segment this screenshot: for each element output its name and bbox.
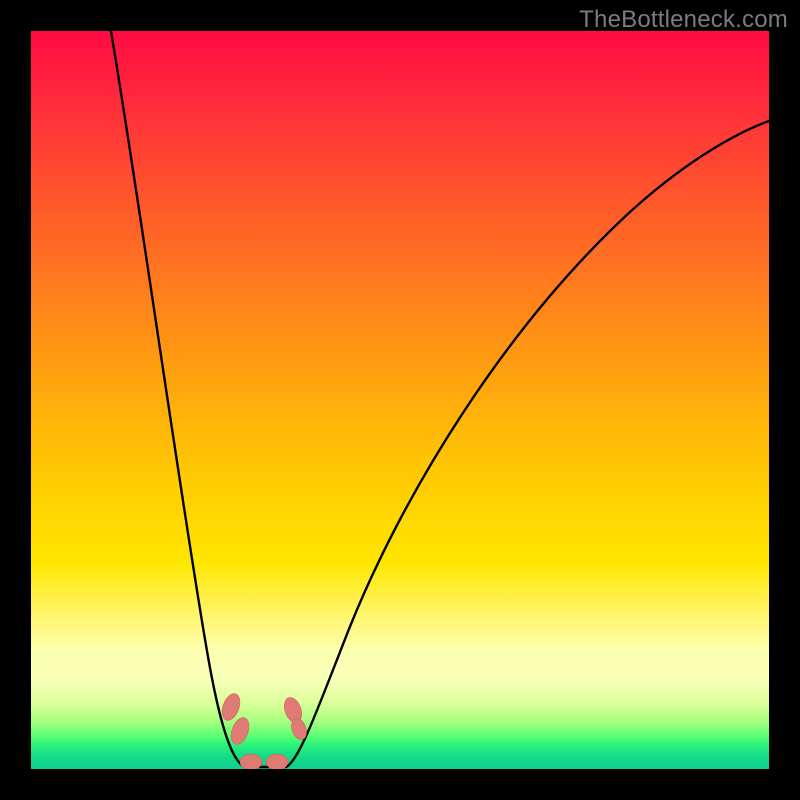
watermark-text: TheBottleneck.com: [579, 6, 788, 34]
bead-floor-right: [266, 754, 288, 769]
plot-area: [31, 31, 769, 769]
bead-left-upper: [219, 691, 244, 723]
bottleneck-curve-path: [111, 31, 769, 767]
chart-frame: TheBottleneck.com: [0, 0, 800, 800]
bead-floor-left: [240, 754, 262, 769]
bead-left-lower: [228, 715, 253, 747]
bottleneck-curve-svg: [31, 31, 769, 769]
